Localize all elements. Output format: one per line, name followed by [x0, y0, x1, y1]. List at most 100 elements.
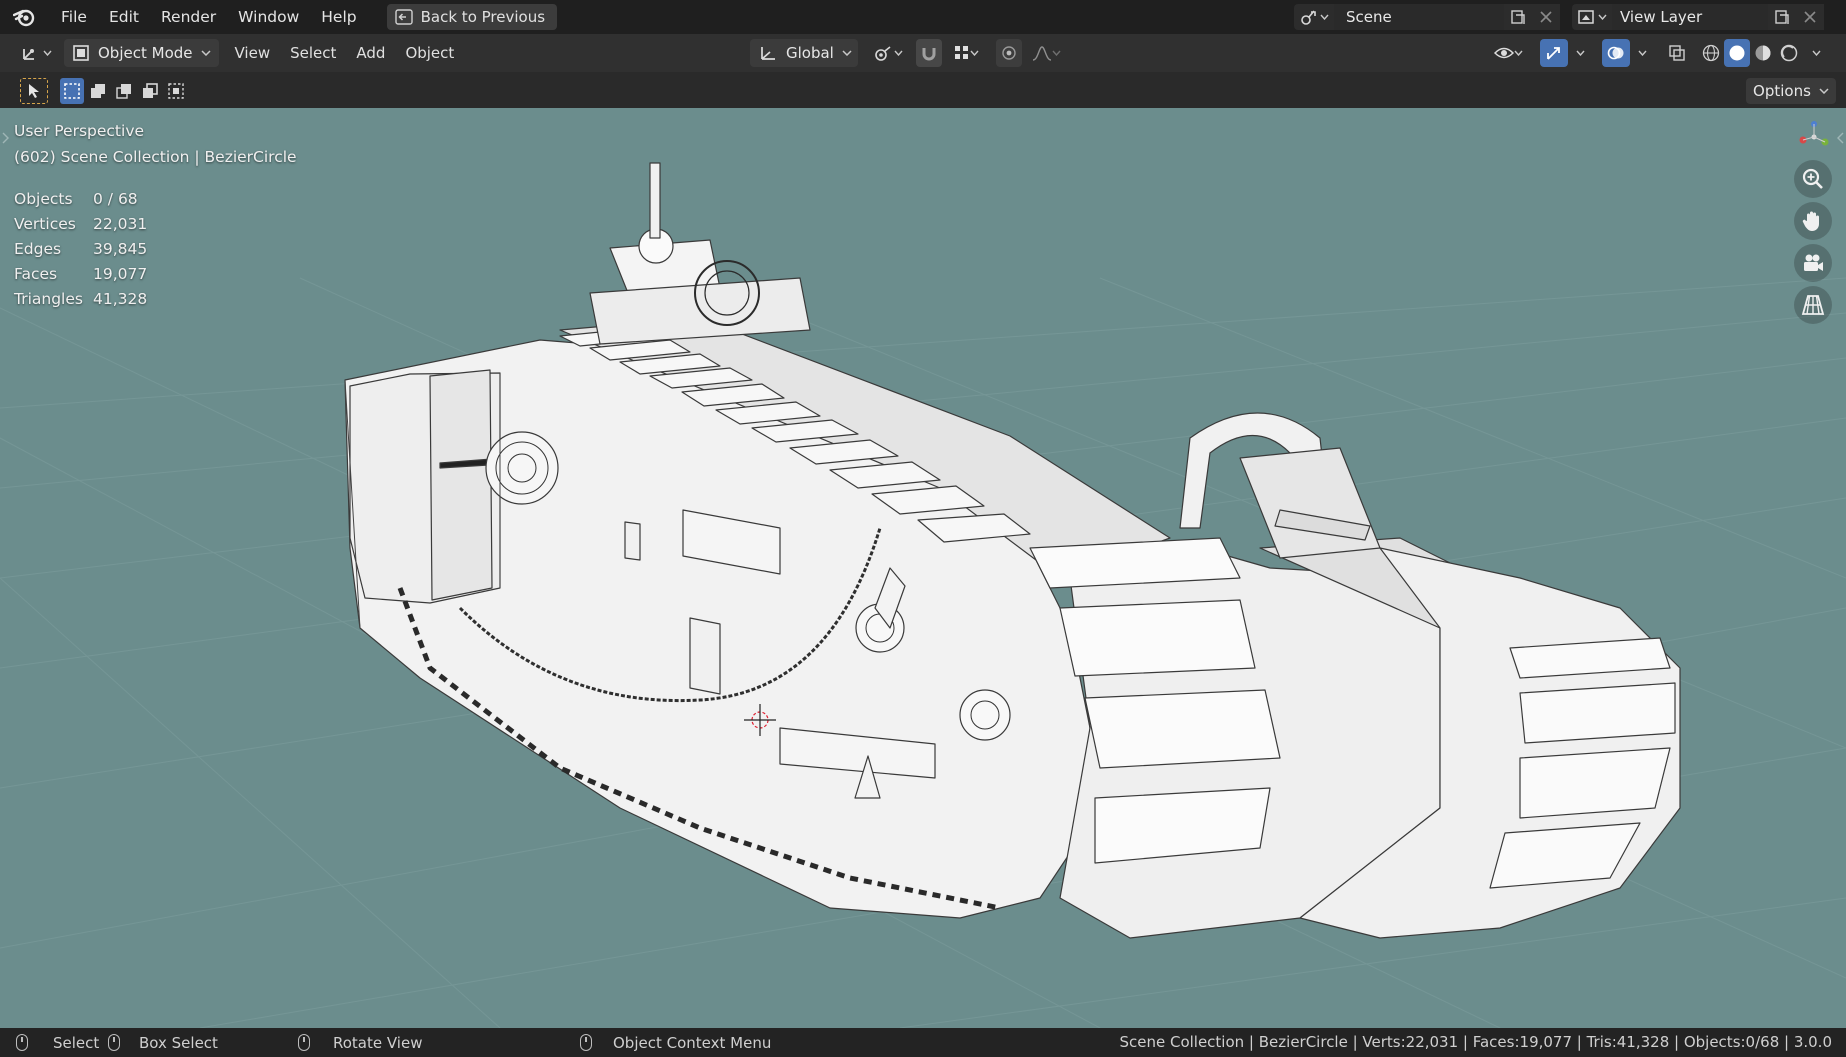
pan-view-button[interactable] [1794, 202, 1832, 240]
gizmo-options-dropdown[interactable] [1570, 39, 1590, 67]
shading-material-button[interactable] [1750, 39, 1776, 67]
camera-view-button[interactable] [1794, 244, 1832, 282]
select-intersect-button[interactable] [164, 78, 188, 104]
show-gizmo-toggle[interactable] [1540, 39, 1568, 67]
chevron-down-icon [1811, 50, 1821, 56]
toggle-perspective-button[interactable] [1794, 286, 1832, 324]
status-scene-info: Scene Collection | BezierCircle | Verts:… [1119, 1033, 1832, 1051]
select-new-button[interactable] [60, 78, 84, 104]
xray-icon [1668, 44, 1686, 62]
view-layer-browse-button[interactable] [1572, 4, 1612, 30]
menu-add[interactable]: Add [346, 34, 395, 72]
show-overlays-toggle[interactable] [1602, 39, 1630, 67]
status-bar: Select Box Select Rotate View Object Con… [0, 1028, 1846, 1057]
menu-file[interactable]: File [50, 0, 98, 34]
new-view-layer-button[interactable] [1768, 4, 1796, 30]
stat-label: Edges [14, 239, 62, 258]
menu-window[interactable]: Window [227, 0, 310, 34]
stat-value: 39,845 [93, 239, 148, 258]
overlays-options-dropdown[interactable] [1632, 39, 1652, 67]
gizmo-icon [1545, 44, 1563, 62]
tool-settings-header: Options [0, 72, 1846, 108]
object-mode-dropdown[interactable]: Object Mode [64, 39, 219, 67]
back-to-previous-button[interactable]: Back to Previous [386, 4, 558, 30]
status-context-menu-label: Object Context Menu [613, 1033, 772, 1052]
menu-edit[interactable]: Edit [98, 0, 150, 34]
zoom-view-button[interactable] [1794, 160, 1832, 198]
copy-icon [1510, 9, 1526, 25]
snap-target-dropdown[interactable] [946, 39, 986, 67]
chevron-down-icon [1575, 50, 1585, 56]
active-tool-select-box[interactable] [20, 78, 48, 104]
sidebar-expand-arrow-icon[interactable] [1836, 132, 1844, 144]
chevron-down-icon [1637, 50, 1647, 56]
status-select-hint: Select [16, 1028, 99, 1057]
shading-wireframe-button[interactable] [1698, 39, 1724, 67]
object-visibility-dropdown[interactable] [1488, 39, 1528, 67]
chevron-down-icon [1319, 14, 1329, 20]
back-to-previous-label: Back to Previous [420, 8, 546, 26]
stat-row: Objects 0 / 68 [14, 186, 147, 211]
status-rotate-hint: Rotate View [298, 1028, 422, 1057]
axis-gizmo[interactable] [1794, 118, 1834, 156]
3d-viewport[interactable]: User Perspective (602) Scene Collection … [0, 108, 1846, 1028]
proportional-editing-toggle[interactable] [996, 39, 1022, 67]
options-dropdown[interactable]: Options [1746, 78, 1836, 104]
proportional-falloff-dropdown[interactable] [1026, 39, 1066, 67]
stat-label: Faces [14, 264, 58, 283]
menu-view[interactable]: View [225, 34, 281, 72]
stat-value: 41,328 [93, 289, 148, 308]
delete-view-layer-button[interactable] [1796, 4, 1824, 30]
copy-icon [1774, 9, 1790, 25]
new-scene-button[interactable] [1504, 4, 1532, 30]
xray-toggle[interactable] [1664, 39, 1690, 67]
scene-browse-button[interactable] [1294, 4, 1334, 30]
select-intersect-icon [167, 82, 185, 100]
menu-select[interactable]: Select [280, 34, 346, 72]
select-extend-button[interactable] [86, 78, 110, 104]
editor-type-button[interactable] [14, 39, 58, 67]
stat-row: Faces 19,077 [14, 261, 147, 286]
proportional-editing-icon [1001, 45, 1017, 61]
toolbar-expand-arrow-icon[interactable] [2, 132, 10, 144]
close-icon [1804, 11, 1816, 23]
scene-name-field[interactable]: Scene [1334, 4, 1504, 30]
view-layer-name-field[interactable]: View Layer [1612, 4, 1768, 30]
transform-orientation-dropdown[interactable]: Global [750, 39, 858, 67]
status-box-select-label: Box Select [139, 1033, 218, 1052]
scene-icon [1300, 8, 1318, 26]
magnet-icon [920, 44, 938, 62]
status-context-menu-hint: Object Context Menu [580, 1028, 771, 1057]
hand-icon [1802, 209, 1824, 233]
chevron-down-icon [200, 50, 211, 56]
scene-selector: Scene [1294, 4, 1560, 30]
transform-orientation-label: Global [786, 44, 834, 62]
editor-type-icon [21, 44, 43, 62]
pivot-point-dropdown[interactable] [868, 39, 908, 67]
stat-value: 19,077 [93, 264, 148, 283]
select-invert-button[interactable] [138, 78, 162, 104]
mouse-middle-icon [298, 1034, 310, 1051]
stat-value: 22,031 [93, 214, 148, 233]
shading-options-dropdown[interactable] [1806, 39, 1826, 67]
view-perspective-label: User Perspective [14, 122, 145, 140]
shading-rendered-button[interactable] [1776, 39, 1802, 67]
wireframe-sphere-icon [1702, 44, 1720, 62]
menu-object[interactable]: Object [395, 34, 464, 72]
blender-logo-icon[interactable] [12, 5, 36, 29]
chevron-down-icon [893, 50, 903, 56]
viewport-header: Object Mode View Select Add Object Globa… [0, 34, 1846, 72]
chevron-down-icon [969, 50, 979, 56]
overlays-icon [1607, 44, 1625, 62]
menu-render[interactable]: Render [150, 0, 227, 34]
solid-sphere-icon [1728, 44, 1746, 62]
snap-toggle[interactable] [916, 39, 942, 67]
delete-scene-button[interactable] [1532, 4, 1560, 30]
top-menu-bar: File Edit Render Window Help Back to Pre… [0, 0, 1846, 34]
chevron-down-icon [1513, 50, 1523, 56]
rendered-sphere-icon [1780, 44, 1798, 62]
select-subtract-icon [115, 82, 133, 100]
menu-help[interactable]: Help [310, 0, 367, 34]
shading-solid-button[interactable] [1724, 39, 1750, 67]
select-subtract-button[interactable] [112, 78, 136, 104]
